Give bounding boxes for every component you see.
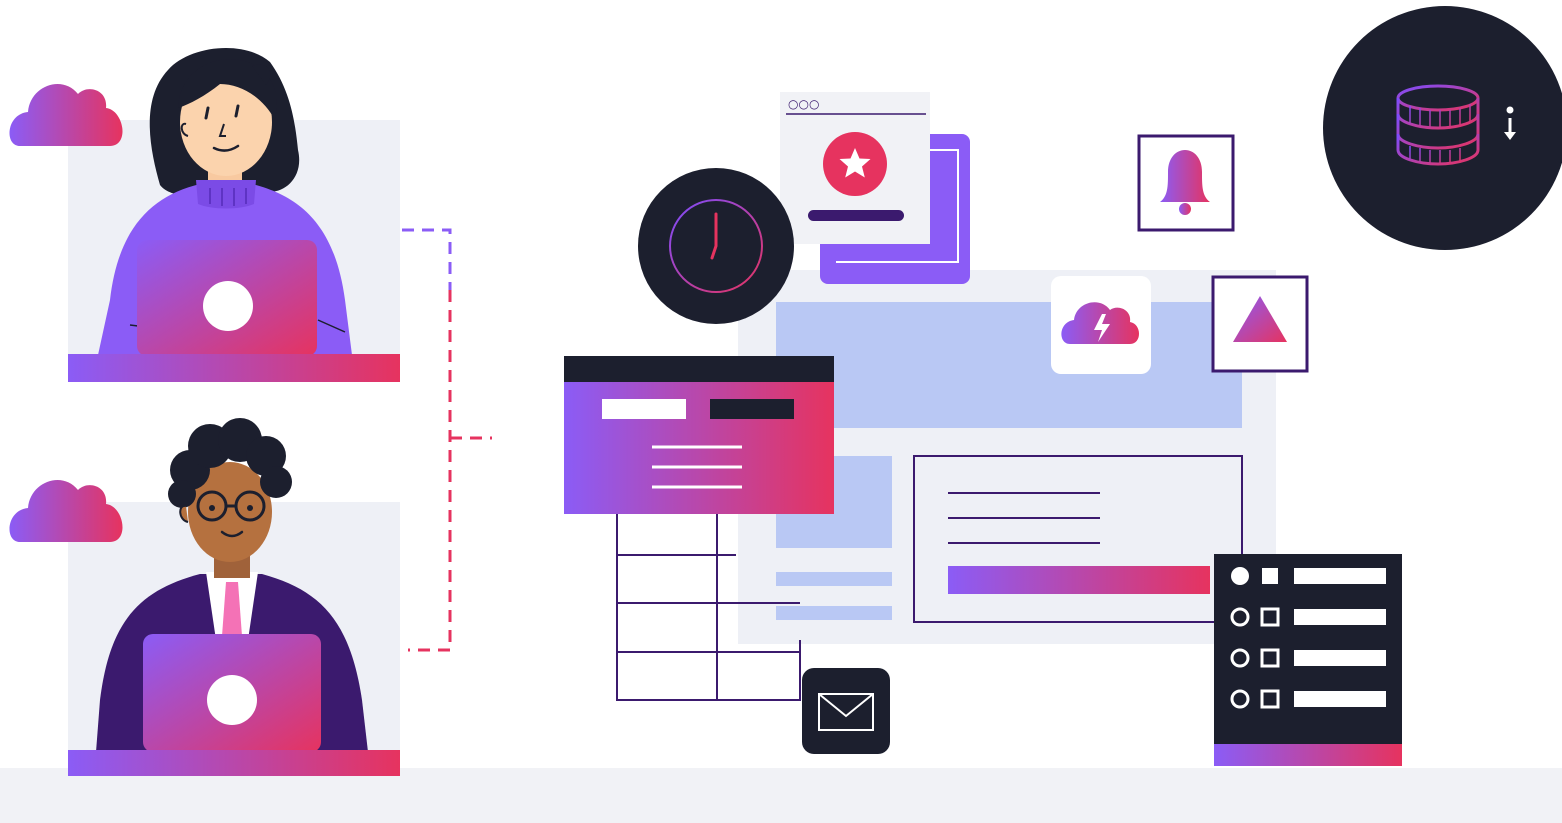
- checkbox-indicator: [1262, 568, 1278, 584]
- cloud-lightning-icon: [1051, 276, 1151, 374]
- illustration: ○○○: [9, 6, 1562, 776]
- cloud-icon: [9, 479, 123, 542]
- envelope-icon: [802, 668, 890, 754]
- checklist-line: [1294, 650, 1386, 666]
- clock-icon: [638, 168, 794, 324]
- checklist-line: [1294, 691, 1386, 707]
- coins-download-icon: [1323, 6, 1562, 250]
- cloud-icon: [9, 83, 123, 146]
- connector-lines: [402, 228, 492, 652]
- radio-indicator: [1231, 567, 1249, 585]
- browser-window: ○○○: [780, 92, 970, 284]
- checklist-line: [1294, 568, 1386, 584]
- window-dots: ○○○: [788, 97, 819, 111]
- star-icon: [823, 132, 887, 196]
- man-workstation: [9, 418, 400, 776]
- form-card: [564, 356, 834, 514]
- triangle-icon: [1211, 275, 1309, 373]
- woman-workstation: [9, 48, 400, 382]
- checklist-line: [1294, 609, 1386, 625]
- checklist-icon: [1214, 554, 1402, 766]
- bell-icon: [1137, 134, 1235, 232]
